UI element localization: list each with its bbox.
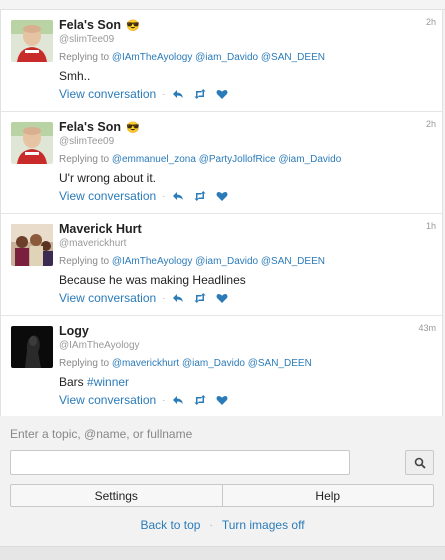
- reply-icon[interactable]: [172, 292, 184, 304]
- separator: ·: [162, 88, 166, 100]
- tweet-timeline: Fela's Son 😎 @slimTee09 2h Replying to @…: [0, 10, 443, 418]
- emoji-icon: 😎: [126, 19, 140, 32]
- search-label: Enter a topic, @name, or fullname: [10, 427, 193, 441]
- user-handle[interactable]: @slimTee09: [59, 34, 114, 45]
- footer-separator: ·: [209, 519, 213, 531]
- tweet-text: Because he was making Headlines: [59, 273, 246, 287]
- display-name[interactable]: Maverick Hurt: [59, 222, 142, 236]
- tweet-body: Because he was making Headlines: [59, 273, 246, 287]
- display-name[interactable]: Fela's Son: [59, 18, 121, 32]
- view-conversation-link[interactable]: View conversation: [59, 87, 156, 101]
- mention-link[interactable]: @iam_Davido: [195, 256, 258, 267]
- tweet-actions: View conversation ·: [59, 188, 238, 204]
- search-input[interactable]: [10, 450, 350, 475]
- tweet-body: Bars: [59, 375, 84, 389]
- page-frame: Fela's Son 😎 @slimTee09 2h Replying to @…: [0, 0, 445, 560]
- mention-link[interactable]: @SAN_DEEN: [248, 358, 312, 369]
- view-conversation-link[interactable]: View conversation: [59, 189, 156, 203]
- top-strip: [0, 0, 445, 10]
- reply-icon[interactable]: [172, 88, 184, 100]
- avatar[interactable]: [11, 224, 53, 266]
- display-name[interactable]: Fela's Son: [59, 120, 121, 134]
- user-handle[interactable]: @maverickhurt: [59, 238, 126, 249]
- reply-icon[interactable]: [172, 190, 184, 202]
- mention-link[interactable]: @iam_Davido: [278, 154, 341, 165]
- mention-link[interactable]: @iam_Davido: [195, 52, 258, 63]
- tweet-body: U'r wrong about it.: [59, 171, 157, 185]
- bottom-controls: Enter a topic, @name, or fullname Settin…: [0, 416, 445, 546]
- mention-link[interactable]: @PartyJollofRice: [199, 154, 276, 165]
- reply-icon[interactable]: [172, 394, 184, 406]
- replying-to: Replying to @emmanuel_zona @PartyJollofR…: [59, 154, 341, 165]
- mention-link[interactable]: @iam_Davido: [182, 358, 245, 369]
- heart-icon[interactable]: [216, 88, 228, 100]
- replying-prefix: Replying to: [59, 358, 110, 369]
- tweet-text: U'r wrong about it.: [59, 171, 156, 185]
- tweet-actions: View conversation ·: [59, 86, 238, 102]
- mention-link[interactable]: @SAN_DEEN: [261, 52, 325, 63]
- replying-prefix: Replying to: [59, 52, 110, 63]
- search-icon: [414, 457, 426, 469]
- replying-to: Replying to @IAmTheAyology @iam_Davido @…: [59, 52, 325, 63]
- heart-icon[interactable]: [216, 190, 228, 202]
- user-handle[interactable]: @slimTee09: [59, 136, 114, 147]
- user-handle[interactable]: @IAmTheAyology: [59, 340, 140, 351]
- tweet-timestamp[interactable]: 1h: [426, 221, 436, 231]
- help-button[interactable]: Help: [221, 485, 434, 506]
- replying-prefix: Replying to: [59, 154, 110, 165]
- replying-to: Replying to @maverickhurt @iam_Davido @S…: [59, 358, 312, 369]
- tweet-actions: View conversation ·: [59, 392, 238, 408]
- settings-button[interactable]: Settings: [11, 485, 222, 506]
- footer-links: Back to top · Turn images off: [0, 518, 445, 532]
- back-to-top-link[interactable]: Back to top: [140, 518, 200, 532]
- retweet-icon[interactable]: [194, 292, 206, 304]
- view-conversation-link[interactable]: View conversation: [59, 291, 156, 305]
- avatar[interactable]: [11, 122, 53, 164]
- display-name[interactable]: Logy: [59, 324, 89, 338]
- mention-link[interactable]: @SAN_DEEN: [261, 256, 325, 267]
- separator: ·: [162, 190, 166, 202]
- hashtag-link[interactable]: #winner: [87, 375, 129, 389]
- retweet-icon[interactable]: [194, 190, 206, 202]
- tweet-body: Smh..: [59, 69, 91, 83]
- tweet-text: Smh..: [59, 69, 90, 83]
- tweet-item[interactable]: Fela's Son 😎 @slimTee09 2h Replying to @…: [1, 112, 442, 214]
- separator: ·: [162, 394, 166, 406]
- separator: ·: [162, 292, 166, 304]
- replying-prefix: Replying to: [59, 256, 110, 267]
- bottom-strip: [0, 546, 445, 560]
- mention-link[interactable]: @IAmTheAyology: [112, 52, 193, 63]
- avatar[interactable]: [11, 326, 53, 368]
- tweet-timestamp[interactable]: 43m: [418, 323, 436, 333]
- tweet-timestamp[interactable]: 2h: [426, 17, 436, 27]
- button-row: Settings Help: [10, 484, 434, 507]
- search-button[interactable]: [405, 450, 434, 475]
- retweet-icon[interactable]: [194, 88, 206, 100]
- mention-link[interactable]: @maverickhurt: [112, 358, 179, 369]
- tweet-item[interactable]: Fela's Son 😎 @slimTee09 2h Replying to @…: [1, 10, 442, 112]
- retweet-icon[interactable]: [194, 394, 206, 406]
- turn-images-off-link[interactable]: Turn images off: [222, 518, 305, 532]
- tweet-item[interactable]: Logy @IAmTheAyology 43m Replying to @mav…: [1, 316, 442, 418]
- replying-to: Replying to @IAmTheAyology @iam_Davido @…: [59, 256, 325, 267]
- tweet-item[interactable]: Maverick Hurt @maverickhurt 1h Replying …: [1, 214, 442, 316]
- heart-icon[interactable]: [216, 292, 228, 304]
- emoji-icon: 😎: [126, 121, 140, 134]
- tweet-text: Bars #winner: [59, 375, 129, 389]
- mention-link[interactable]: @emmanuel_zona: [112, 154, 196, 165]
- mention-link[interactable]: @IAmTheAyology: [112, 256, 193, 267]
- view-conversation-link[interactable]: View conversation: [59, 393, 156, 407]
- avatar[interactable]: [11, 20, 53, 62]
- tweet-actions: View conversation ·: [59, 290, 238, 306]
- heart-icon[interactable]: [216, 394, 228, 406]
- tweet-timestamp[interactable]: 2h: [426, 119, 436, 129]
